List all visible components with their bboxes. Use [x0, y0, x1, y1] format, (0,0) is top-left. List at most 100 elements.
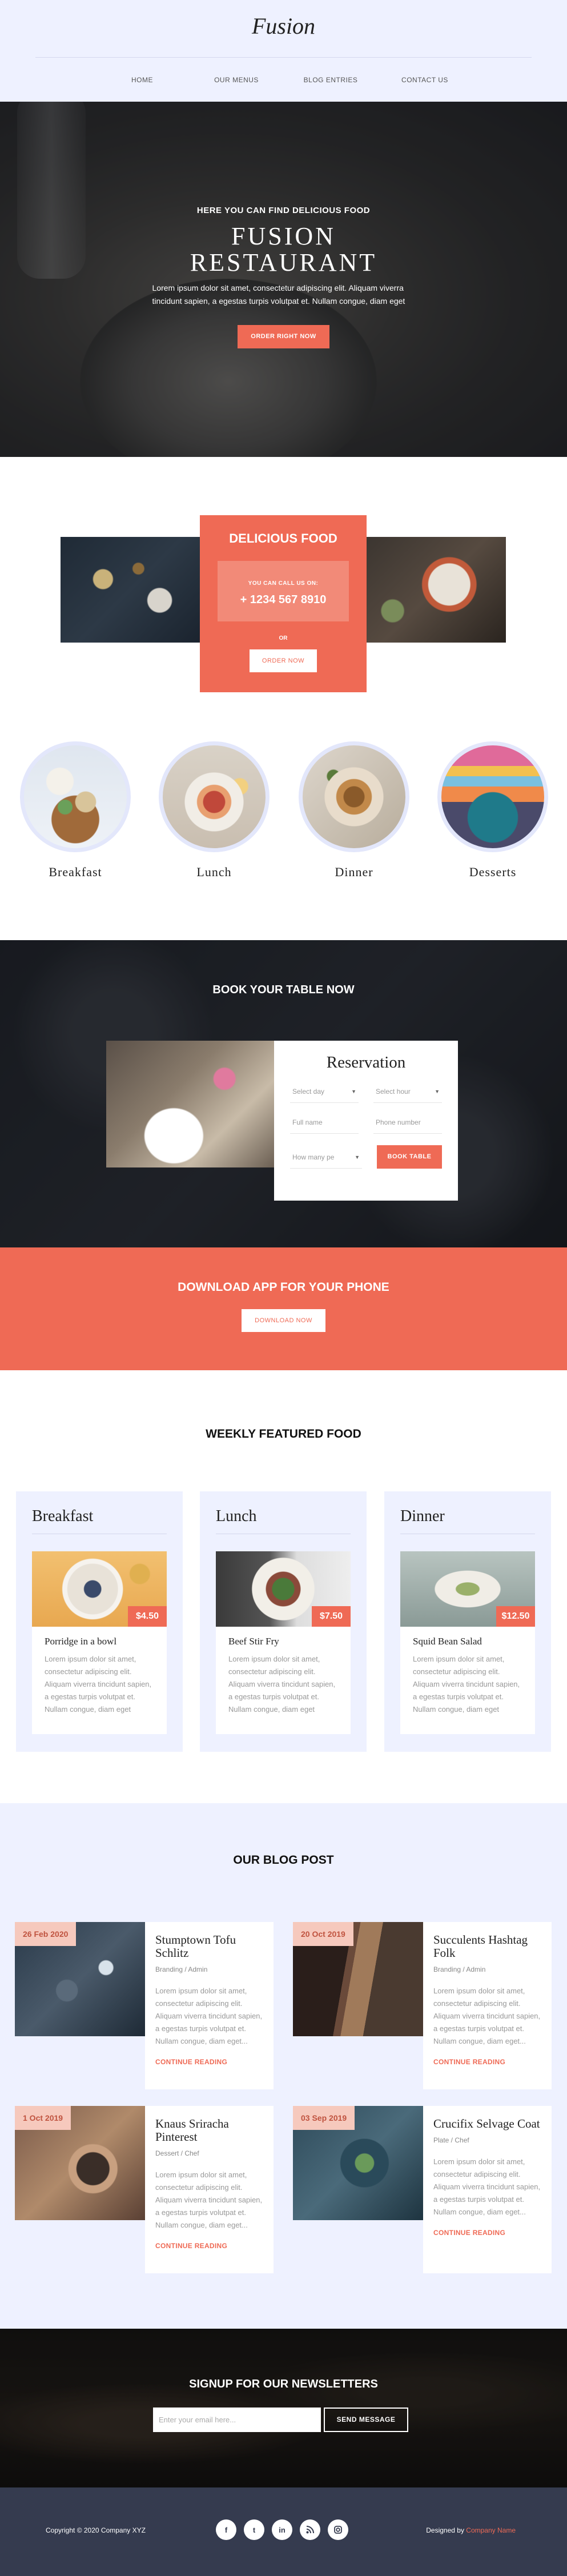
post-title[interactable]: Stumptown Tofu Schlitz	[155, 1933, 263, 1960]
book-table-title: BOOK YOUR TABLE NOW	[212, 984, 355, 996]
hero-title-line2: RESTAURANT	[190, 248, 377, 276]
or-label: OR	[279, 635, 288, 641]
full-name-field[interactable]: Full name	[290, 1111, 359, 1134]
main-nav: HOME OUR MENUS BLOG ENTRIES CONTACT US	[0, 73, 567, 87]
select-hour-dropdown[interactable]: Select hour ▼	[373, 1080, 442, 1103]
post-category: Branding / Admin	[155, 1965, 208, 1973]
site-header: Fusion HOME OUR MENUS BLOG ENTRIES CONTA…	[0, 0, 567, 102]
post-title[interactable]: Succulents Hashtag Folk	[433, 1933, 541, 1960]
featured-dish[interactable]: $12.50 Squid Bean Salad Lorem ipsum dolo…	[400, 1551, 535, 1734]
post-card: Stumptown Tofu Schlitz Branding / Admin …	[145, 1922, 274, 2089]
desserts-photo	[437, 741, 548, 852]
newsletter-title: SIGNUP FOR OUR NEWSLETTERS	[189, 2378, 378, 2390]
company-name-link[interactable]: Company Name	[466, 2526, 516, 2534]
continue-reading-link[interactable]: CONTINUE READING	[433, 2058, 541, 2066]
post-category: Plate / Chef	[433, 2136, 469, 2144]
price-tag: $12.50	[496, 1606, 535, 1627]
meal-breakfast[interactable]: Breakfast	[18, 741, 132, 880]
reservation-title: Reservation	[326, 1053, 406, 1072]
dish-name: Squid Bean Salad	[413, 1636, 482, 1647]
hero-title-line1: FUSION	[231, 222, 336, 250]
nav-contact-us[interactable]: CONTACT US	[378, 73, 472, 87]
restaurant-table-photo	[106, 1041, 275, 1167]
delicious-food-title: DELICIOUS FOOD	[229, 531, 337, 545]
nav-blog-entries[interactable]: BLOG ENTRIES	[284, 73, 378, 87]
weekly-featured-section: WEEKLY FEATURED FOOD Breakfast $4.50 Por…	[0, 1370, 567, 1803]
post-excerpt: Lorem ipsum dolor sit amet, consectetur …	[433, 1987, 541, 2045]
blog-post[interactable]: 03 Sep 2019 Crucifix Selvage Coat Plate …	[293, 2106, 552, 2273]
featured-meal-title: Lunch	[216, 1507, 351, 1534]
breakfast-photo	[20, 741, 131, 852]
featured-meal-title: Dinner	[400, 1507, 535, 1534]
continue-reading-link[interactable]: CONTINUE READING	[155, 2242, 263, 2250]
twitter-icon[interactable]: t	[244, 2519, 264, 2540]
people-count-dropdown[interactable]: How many pe ▼	[290, 1146, 362, 1169]
dish-name: Beef Stir Fry	[228, 1636, 279, 1647]
dinner-photo	[299, 741, 409, 852]
order-now-button[interactable]: ORDER NOW	[250, 649, 317, 672]
featured-dish[interactable]: $4.50 Porridge in a bowl Lorem ipsum dol…	[32, 1551, 167, 1734]
meal-dinner[interactable]: Dinner	[297, 741, 411, 880]
post-title[interactable]: Knaus Sriracha Pinterest	[155, 2117, 263, 2144]
copyright-text: Copyright © 2020 Company XYZ	[46, 2526, 146, 2534]
squid-salad-photo: $12.50	[400, 1551, 535, 1627]
post-date: 20 Oct 2019	[293, 1922, 353, 1946]
email-input[interactable]: Enter your email here...	[153, 2408, 321, 2432]
book-table-button[interactable]: BOOK TABLE	[377, 1145, 442, 1169]
meal-label: Lunch	[196, 865, 232, 879]
food-photo-left	[61, 537, 202, 643]
post-title[interactable]: Crucifix Selvage Coat	[433, 2117, 541, 2130]
meal-label: Dinner	[335, 865, 373, 879]
post-excerpt: Lorem ipsum dolor sit amet, consectetur …	[433, 2157, 541, 2216]
featured-card-breakfast: Breakfast $4.50 Porridge in a bowl Lorem…	[16, 1491, 183, 1752]
post-date: 03 Sep 2019	[293, 2106, 355, 2130]
blog-post[interactable]: 1 Oct 2019 Knaus Sriracha Pinterest Dess…	[15, 2106, 274, 2273]
rss-icon[interactable]	[300, 2519, 320, 2540]
meal-lunch[interactable]: Lunch	[157, 741, 271, 880]
nav-our-menus[interactable]: OUR MENUS	[190, 73, 284, 87]
blog-section: OUR BLOG POST 26 Feb 2020 Stumptown Tofu…	[0, 1803, 567, 2329]
select-day-value: Select day	[292, 1088, 325, 1096]
designed-by: Designed by Company Name	[426, 2526, 516, 2534]
post-category: Dessert / Chef	[155, 2149, 199, 2157]
people-count-value: How many pe	[292, 1153, 335, 1161]
order-right-now-button[interactable]: ORDER RIGHT NOW	[238, 325, 329, 348]
featured-card-dinner: Dinner $12.50 Squid Bean Salad Lorem ips…	[384, 1491, 551, 1752]
hero-kicker: HERE YOU CAN FIND DELICIOUS FOOD	[196, 206, 371, 215]
featured-dish[interactable]: $7.50 Beef Stir Fry Lorem ipsum dolor si…	[216, 1551, 351, 1734]
call-box: YOU CAN CALL US ON: + 1234 567 8910	[218, 561, 349, 621]
dish-description: Lorem ipsum dolor sit amet, consectetur …	[413, 1655, 520, 1714]
phone-number[interactable]: + 1234 567 8910	[218, 593, 349, 607]
site-footer: Copyright © 2020 Company XYZ f t in Desi…	[0, 2487, 567, 2576]
price-tag: $7.50	[312, 1606, 351, 1627]
logo[interactable]: Fusion	[0, 13, 567, 39]
meal-categories: Breakfast Lunch Dinner Desserts	[0, 741, 567, 940]
porridge-photo: $4.50	[32, 1551, 167, 1627]
blog-post[interactable]: 20 Oct 2019 Succulents Hashtag Folk Bran…	[293, 1922, 552, 2089]
continue-reading-link[interactable]: CONTINUE READING	[433, 2229, 541, 2237]
post-excerpt: Lorem ipsum dolor sit amet, consectetur …	[155, 2170, 263, 2229]
linkedin-icon[interactable]: in	[272, 2519, 292, 2540]
download-now-button[interactable]: DOWNLOAD NOW	[242, 1309, 325, 1332]
chevron-down-icon: ▼	[355, 1154, 360, 1160]
beef-stir-fry-photo: $7.50	[216, 1551, 351, 1627]
delicious-food-card: DELICIOUS FOOD YOU CAN CALL US ON: + 123…	[200, 515, 367, 692]
post-date: 26 Feb 2020	[15, 1922, 77, 1946]
weekly-featured-title: WEEKLY FEATURED FOOD	[206, 1427, 361, 1441]
facebook-icon[interactable]: f	[216, 2519, 236, 2540]
hero-section: HERE YOU CAN FIND DELICIOUS FOOD FUSION …	[0, 102, 567, 457]
select-day-dropdown[interactable]: Select day ▼	[290, 1080, 359, 1103]
send-message-button[interactable]: SEND MESSAGE	[324, 2408, 408, 2432]
call-label: YOU CAN CALL US ON:	[248, 580, 319, 587]
meal-desserts[interactable]: Desserts	[436, 741, 550, 880]
lunch-photo	[159, 741, 270, 852]
blog-post[interactable]: 26 Feb 2020 Stumptown Tofu Schlitz Brand…	[15, 1922, 274, 2089]
social-links: f t in	[216, 2519, 348, 2540]
instagram-icon[interactable]	[328, 2519, 348, 2540]
select-hour-value: Select hour	[376, 1088, 411, 1096]
continue-reading-link[interactable]: CONTINUE READING	[155, 2058, 263, 2066]
chevron-down-icon: ▼	[435, 1089, 440, 1094]
newsletter-section: SIGNUP FOR OUR NEWSLETTERS Enter your em…	[0, 2329, 567, 2487]
nav-home[interactable]: HOME	[95, 73, 190, 87]
phone-number-field[interactable]: Phone number	[373, 1111, 442, 1134]
